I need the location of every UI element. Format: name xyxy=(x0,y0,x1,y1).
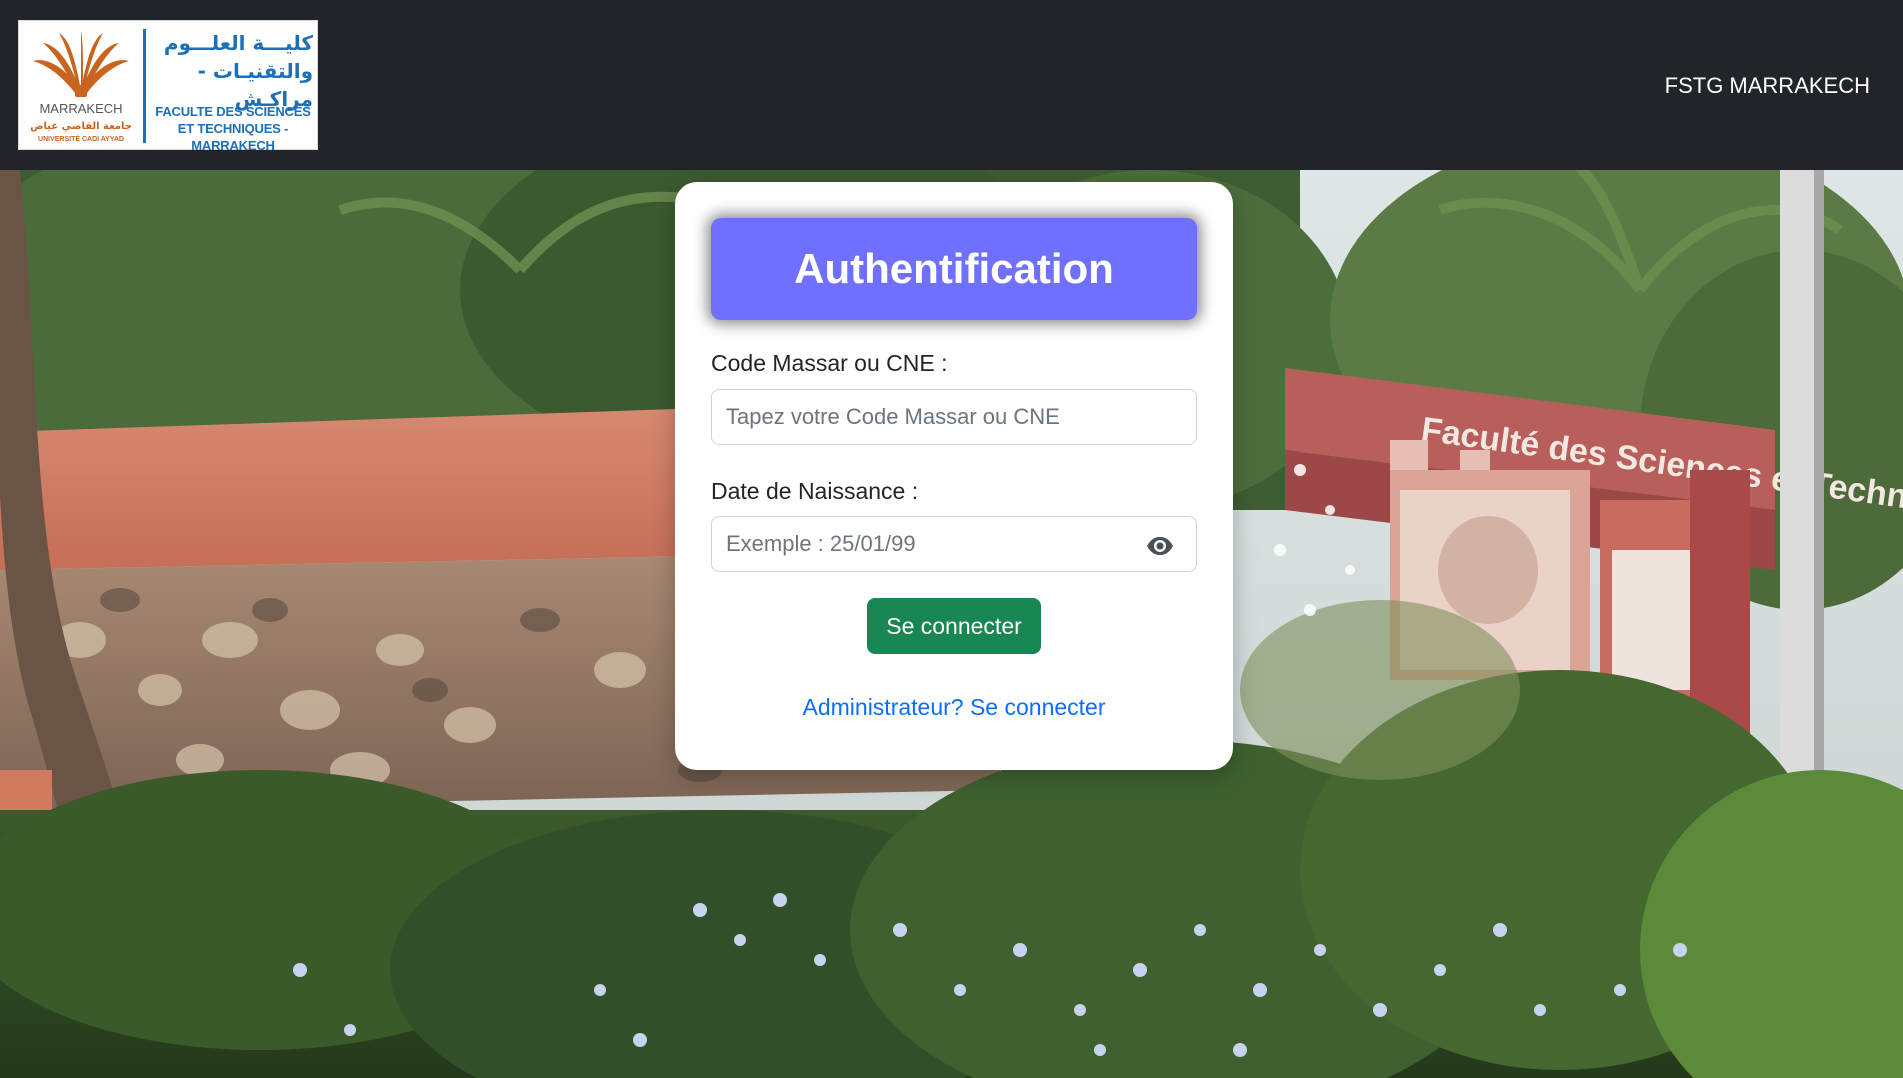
admin-login-link[interactable]: Administrateur? Se connecter xyxy=(675,692,1233,722)
logo-arabic-line-1: كليـــة العلـــوم xyxy=(163,31,313,55)
navbar-brand[interactable]: FSTG MARRAKECH xyxy=(1665,72,1870,100)
submit-button[interactable]: Se connecter xyxy=(867,598,1041,654)
dob-label: Date de Naissance : xyxy=(711,478,919,504)
faculty-logo[interactable]: MARRAKECH جامعة القاضي عياض UNIVERSITÉ C… xyxy=(18,20,318,153)
logo-french-name: FACULTE DES SCIENCES ET TECHNIQUES - MAR… xyxy=(149,103,317,154)
logo-university-fr: UNIVERSITÉ CADI AYYAD xyxy=(38,134,124,143)
logo-french-line-1: FACULTE DES SCIENCES xyxy=(155,104,311,119)
navbar: MARRAKECH جامعة القاضي عياض UNIVERSITÉ C… xyxy=(0,0,1903,170)
dob-input[interactable] xyxy=(711,516,1197,572)
university-emblem-icon: MARRAKECH جامعة القاضي عياض UNIVERSITÉ C… xyxy=(30,31,132,143)
login-card: Authentification Code Massar ou CNE : Da… xyxy=(675,182,1233,770)
logo-divider xyxy=(143,29,146,143)
logo-arabic-name: كليـــة العلـــوم والتقنيـات - مراكـش xyxy=(151,29,313,113)
massar-input[interactable] xyxy=(711,389,1197,445)
massar-label: Code Massar ou CNE : xyxy=(711,350,948,376)
login-title: Authentification xyxy=(711,218,1197,320)
logo-university-ar: جامعة القاضي عياض xyxy=(30,121,132,132)
eye-icon[interactable] xyxy=(1145,531,1175,561)
logo-french-line-2: ET TECHNIQUES - MARRAKECH xyxy=(177,121,289,153)
logo-emblem-text: MARRAKECH xyxy=(39,101,122,116)
